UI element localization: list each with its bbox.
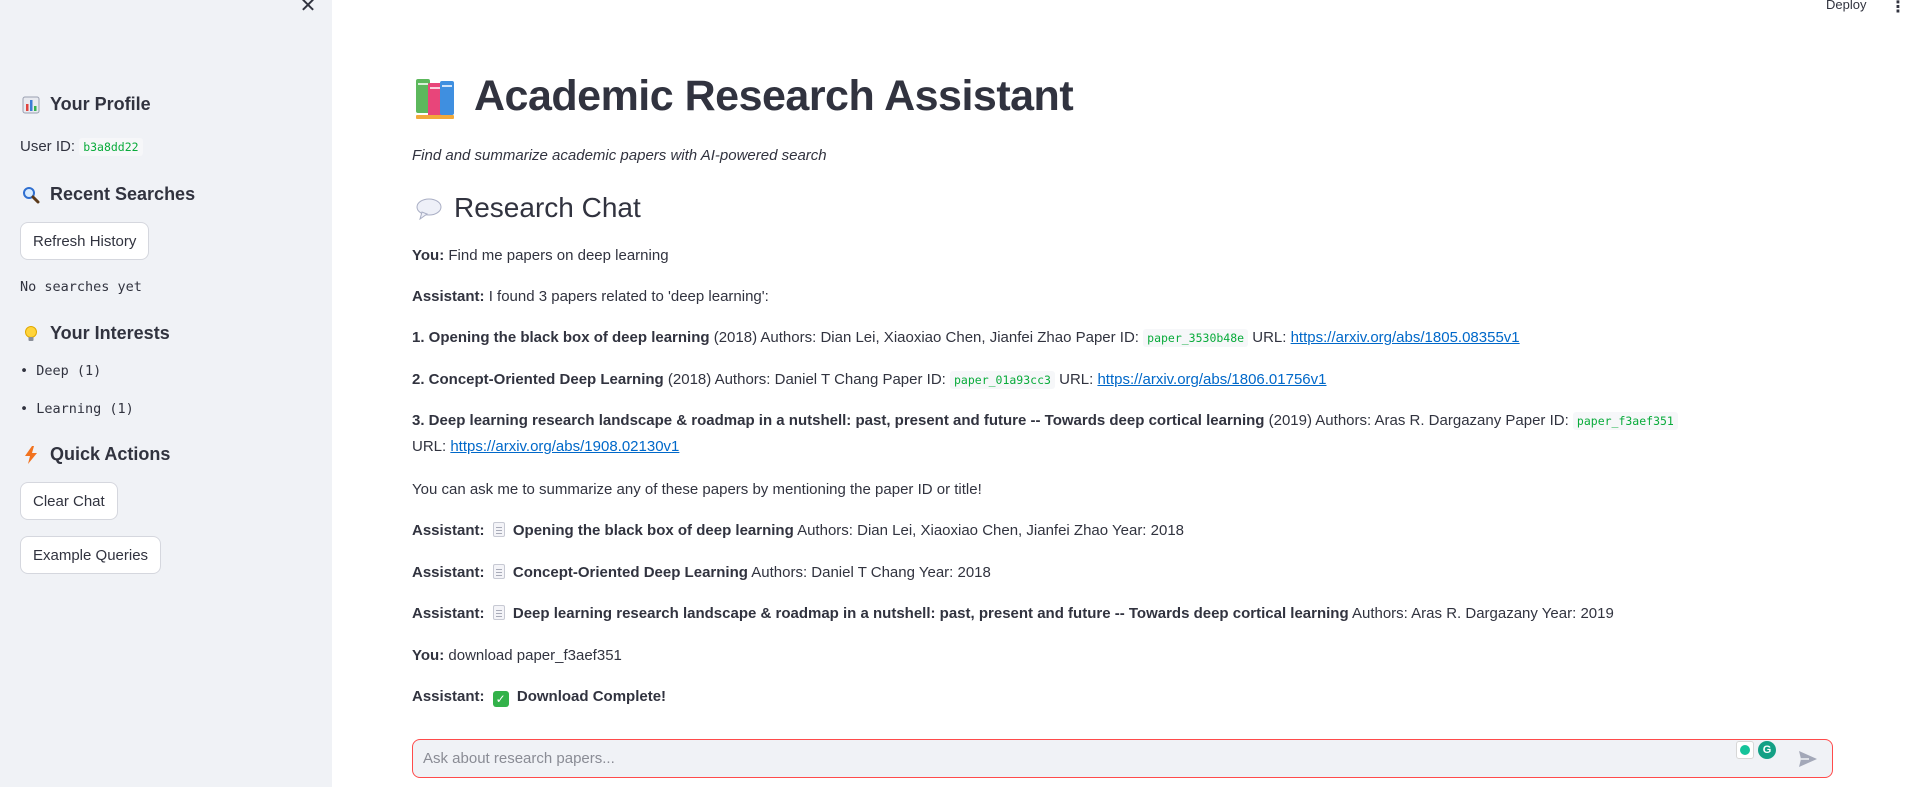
chat-message-user: You: Find me papers on deep learning [412, 243, 1832, 269]
interests-title: Your Interests [50, 323, 170, 343]
check-icon: ✓ [492, 691, 509, 707]
browser-extension-icons: G [1736, 741, 1776, 759]
paper-title: 1. Opening the black box of deep learnin… [412, 329, 710, 346]
document-icon [492, 564, 505, 579]
chat-message-assistant: You can ask me to summarize any of these… [412, 477, 1832, 503]
message-role: Assistant: [412, 288, 485, 305]
paper-details: (2019) Authors: Aras R. Dargazany Paper … [1264, 412, 1573, 429]
summary-details: Authors: Aras R. Dargazany Year: 2019 [1348, 605, 1614, 622]
speech-bubble-icon [416, 198, 442, 221]
recent-searches-heading: Recent Searches [20, 184, 195, 205]
message-role: Assistant: [412, 564, 485, 581]
grammarly-icon[interactable]: G [1758, 741, 1776, 759]
paper-title: 3. Deep learning research landscape & ro… [412, 412, 1265, 429]
send-icon[interactable] [1797, 748, 1819, 770]
quick-actions-title: Quick Actions [50, 444, 171, 464]
paper-url-link[interactable]: https://arxiv.org/abs/1805.08355v1 [1291, 329, 1520, 346]
page-title: Academic Research Assistant [474, 72, 1074, 120]
user-id-value: b3a8dd22 [79, 138, 143, 156]
recent-searches-title: Recent Searches [50, 184, 196, 204]
chat-message-assistant: Assistant: Deep learning research landsc… [412, 601, 1832, 627]
books-icon [412, 73, 460, 121]
summary-title: Opening the black box of deep learning [512, 522, 794, 539]
document-icon [492, 605, 505, 620]
message-text: download paper_f3aef351 [448, 647, 622, 664]
interests-heading: Your Interests [20, 323, 170, 344]
extension-icon[interactable] [1736, 741, 1754, 759]
message-text: Find me papers on deep learning [448, 247, 669, 264]
message-role: Assistant: [412, 688, 485, 705]
paper-result: 1. Opening the black box of deep learnin… [412, 325, 1832, 351]
summary-title: Concept-Oriented Deep Learning [512, 564, 748, 581]
magnifier-icon [20, 186, 42, 204]
summary-details: Authors: Dian Lei, Xiaoxiao Chen, Jianfe… [793, 522, 1185, 539]
profile-title: Your Profile [50, 94, 151, 114]
lightbulb-icon [20, 325, 42, 343]
message-role: You: [412, 647, 445, 664]
deploy-button[interactable]: Deploy [1826, 0, 1866, 12]
chat-header: Research Chat [416, 192, 641, 224]
summary-title: Deep learning research landscape & roadm… [512, 605, 1349, 622]
paper-result: 3. Deep learning research landscape & ro… [412, 408, 1682, 460]
message-text: Download Complete! [516, 688, 667, 705]
message-text: I found 3 papers related to 'deep learni… [488, 288, 769, 305]
paper-details: (2018) Authors: Daniel T Chang Paper ID: [663, 371, 950, 388]
quick-actions-heading: Quick Actions [20, 444, 170, 465]
paper-url-link[interactable]: https://arxiv.org/abs/1806.01756v1 [1097, 371, 1326, 388]
profile-heading: Your Profile [20, 94, 151, 115]
chat-input[interactable] [413, 740, 1832, 777]
paper-result: 2. Concept-Oriented Deep Learning (2018)… [412, 367, 1832, 393]
chat-input-container [412, 739, 1833, 778]
refresh-history-button[interactable]: Refresh History [20, 222, 150, 260]
clear-chat-button[interactable]: Clear Chat [20, 482, 118, 520]
message-role: You: [412, 247, 445, 264]
chat-message-assistant: Assistant: I found 3 papers related to '… [412, 284, 1832, 310]
paper-id: paper_01a93cc3 [950, 371, 1055, 389]
chat-message-assistant: Assistant: ✓ Download Complete! [412, 684, 1832, 710]
interest-item: • Deep (1) [20, 363, 102, 379]
page-subtitle: Find and summarize academic papers with … [412, 147, 827, 164]
message-role: Assistant: [412, 605, 485, 622]
url-label: URL: [1248, 329, 1291, 346]
lightning-icon [20, 445, 42, 464]
paper-id: paper_3530b48e [1143, 329, 1249, 347]
chat-message-user: You: download paper_f3aef351 [412, 643, 1832, 669]
chat-message-assistant: Assistant: Opening the black box of deep… [412, 518, 1832, 544]
sidebar: ✕ Your Profile User ID: b3a8dd22 Recent … [0, 0, 332, 787]
chat-message-assistant: Assistant: Concept-Oriented Deep Learnin… [412, 560, 1832, 586]
document-icon [492, 522, 505, 537]
example-queries-button[interactable]: Example Queries [20, 536, 162, 574]
url-label: URL: [412, 438, 451, 455]
message-role: Assistant: [412, 522, 485, 539]
paper-title: 2. Concept-Oriented Deep Learning [412, 371, 664, 388]
interest-item: • Learning (1) [20, 401, 134, 417]
page-header: Academic Research Assistant [412, 72, 1074, 121]
message-text: You can ask me to summarize any of these… [412, 481, 982, 498]
paper-details: (2018) Authors: Dian Lei, Xiaoxiao Chen,… [709, 329, 1144, 346]
bar-chart-icon [20, 96, 42, 114]
paper-url-link[interactable]: https://arxiv.org/abs/1908.02130v1 [450, 438, 679, 455]
close-sidebar-icon[interactable]: ✕ [298, 0, 318, 16]
no-searches-text: No searches yet [20, 279, 142, 295]
user-id-label: User ID: [20, 138, 76, 155]
url-label: URL: [1054, 371, 1098, 388]
summary-details: Authors: Daniel T Chang Year: 2018 [747, 564, 991, 581]
paper-id: paper_f3aef351 [1572, 412, 1678, 430]
chat-title: Research Chat [454, 192, 641, 223]
main-menu-icon[interactable]: ⋮ [1890, 0, 1906, 17]
user-id-row: User ID: b3a8dd22 [20, 138, 143, 156]
